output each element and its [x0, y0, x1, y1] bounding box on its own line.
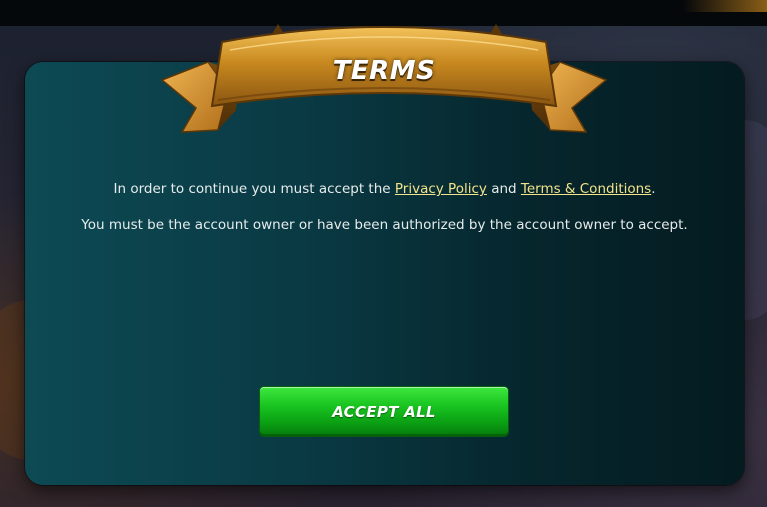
title-banner: TERMS: [160, 20, 608, 142]
terms-conditions-link[interactable]: Terms & Conditions: [521, 181, 651, 197]
notice-suffix: .: [651, 181, 656, 197]
top-bar-accent: [683, 0, 767, 12]
dialog-title: TERMS: [332, 56, 436, 86]
authorization-notice: You must be the account owner or have be…: [81, 217, 688, 233]
terms-notice: In order to continue you must accept the…: [25, 181, 744, 197]
notice-middle: and: [486, 181, 521, 197]
privacy-policy-link[interactable]: Privacy Policy: [395, 181, 487, 197]
game-screen: TERMS In order to continue you must acce…: [0, 0, 767, 507]
accept-all-label: ACCEPT ALL: [332, 402, 436, 421]
notice-prefix: In order to continue you must accept the: [113, 181, 395, 197]
accept-all-button[interactable]: ACCEPT ALL: [260, 387, 508, 436]
